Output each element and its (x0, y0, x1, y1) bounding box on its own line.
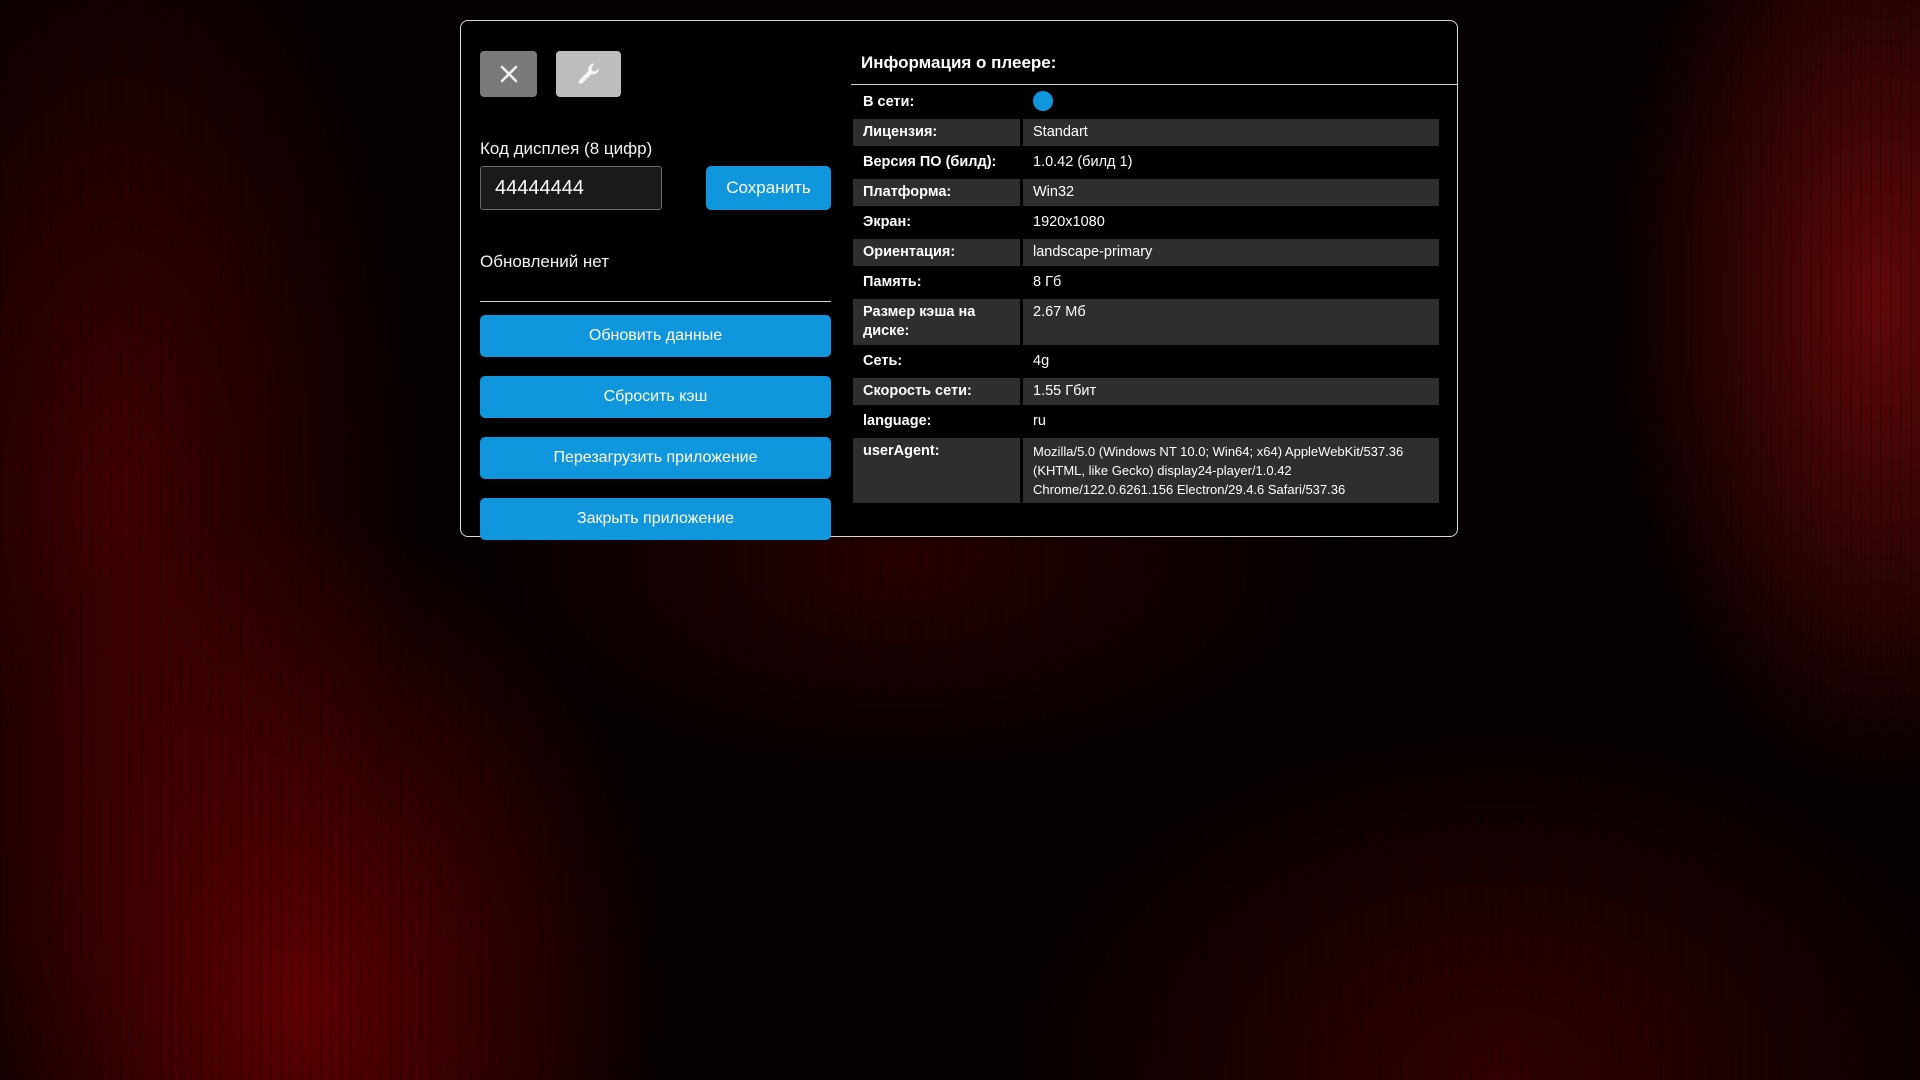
info-title: Информация о плеере: (861, 53, 1057, 72)
info-row: Экран: 1920x1080 (853, 209, 1439, 236)
info-key: Лицензия: (853, 119, 1020, 146)
info-value: 2.67 Мб (1023, 299, 1439, 345)
update-status: Обновлений нет (480, 252, 609, 271)
info-value: 4g (1033, 353, 1050, 369)
info-value: Mozilla/5.0 (Windows NT 10.0; Win64; x64… (1023, 438, 1439, 503)
info-value: landscape-primary (1023, 239, 1439, 266)
wrench-icon (578, 63, 599, 84)
info-value: ru (1033, 413, 1046, 429)
close-button[interactable] (480, 51, 537, 97)
info-row: Сеть: 4g (853, 348, 1439, 375)
restart-app-button[interactable]: Перезагрузить приложение (480, 437, 831, 479)
info-row: Скорость сети: 1.55 Гбит (853, 378, 1439, 405)
info-value: Win32 (1023, 179, 1439, 206)
close-icon (500, 65, 517, 83)
info-row: language: ru (853, 408, 1439, 435)
info-key: В сети: (863, 94, 915, 110)
online-status-dot-icon (1033, 91, 1053, 112)
save-button[interactable]: Сохранить (706, 166, 831, 210)
refresh-data-button[interactable]: Обновить данные (480, 315, 831, 357)
info-row: Версия ПО (билд): 1.0.42 (билд 1) (853, 149, 1439, 176)
tools-button[interactable] (556, 51, 621, 97)
info-key: Сеть: (863, 353, 903, 369)
info-table: В сети: Лицензия: Standart Версия ПО (би… (853, 89, 1439, 506)
info-key: Платформа: (853, 179, 1020, 206)
info-row: Платформа: Win32 (853, 179, 1439, 206)
info-key: Экран: (863, 214, 912, 230)
info-key: Размер кэша на диске: (853, 299, 1020, 345)
close-app-button[interactable]: Закрыть приложение (480, 498, 831, 540)
info-value: 8 Гб (1033, 274, 1062, 290)
info-key: userAgent: (853, 438, 1020, 503)
info-key: language: (863, 413, 932, 429)
display-code-label: Код дисплея (8 цифр) (480, 139, 653, 158)
info-row: Размер кэша на диске: 2.67 Мб (853, 299, 1439, 345)
info-row: userAgent: Mozilla/5.0 (Windows NT 10.0;… (853, 438, 1439, 503)
info-value: 1920x1080 (1033, 214, 1105, 230)
info-row-online: В сети: (853, 89, 1439, 116)
info-row: Ориентация: landscape-primary (853, 239, 1439, 266)
info-row: Лицензия: Standart (853, 119, 1439, 146)
info-value: Standart (1023, 119, 1439, 146)
info-value: 1.55 Гбит (1023, 378, 1439, 405)
info-key: Ориентация: (853, 239, 1020, 266)
divider (480, 301, 831, 302)
info-divider (851, 84, 1458, 85)
info-key: Память: (863, 274, 922, 290)
display-code-input[interactable] (480, 166, 662, 210)
player-settings-dialog: Код дисплея (8 цифр) Сохранить Обновлени… (460, 20, 1458, 540)
info-key: Версия ПО (билд): (863, 154, 997, 170)
info-key: Скорость сети: (853, 378, 1020, 405)
info-value: 1.0.42 (билд 1) (1033, 154, 1133, 170)
info-row: Память: 8 Гб (853, 269, 1439, 296)
clear-cache-button[interactable]: Сбросить кэш (480, 376, 831, 418)
